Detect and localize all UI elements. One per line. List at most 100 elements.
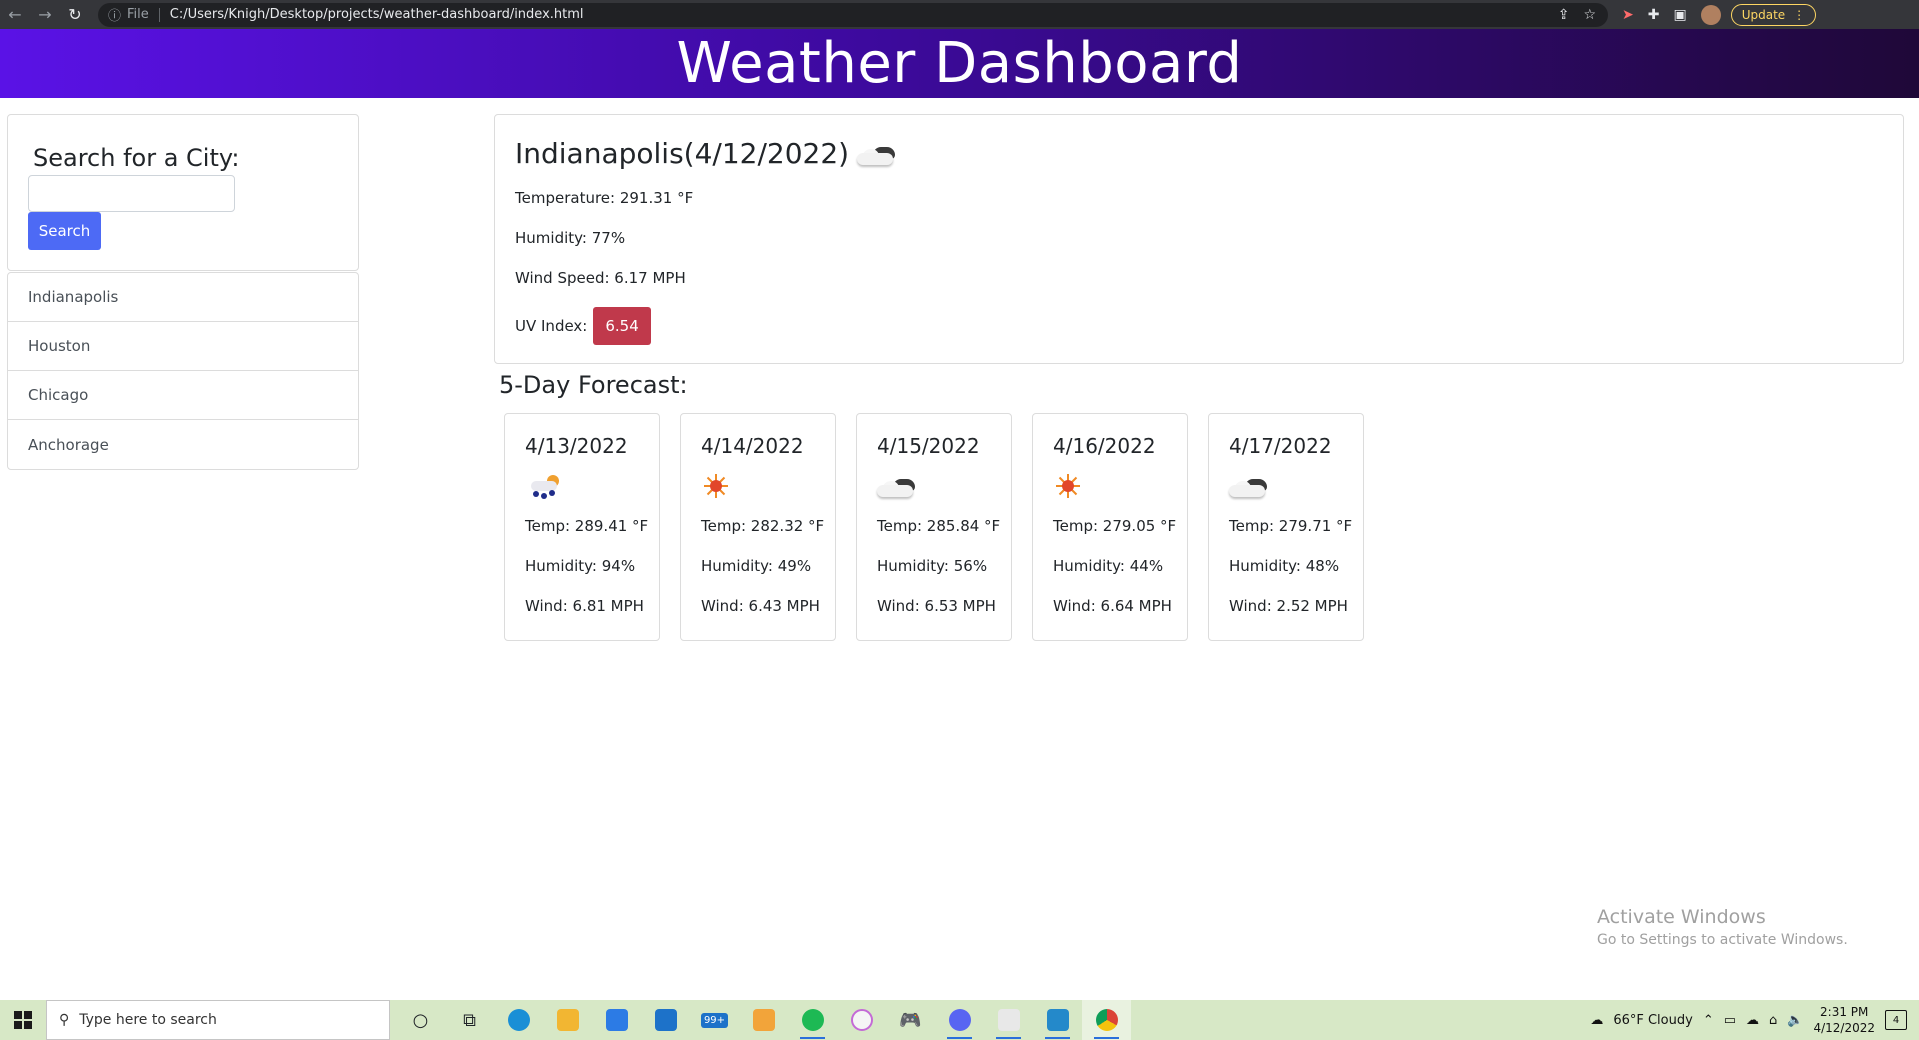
menu-dots-icon: ⋮ bbox=[1793, 7, 1806, 22]
browser-toolbar: ← → ↻ ⓘ File C:/Users/Knigh/Desktop/proj… bbox=[0, 0, 1919, 29]
puzzle-extensions-icon[interactable]: ✚ bbox=[1648, 7, 1660, 23]
search-icon: ⚲ bbox=[59, 1012, 70, 1028]
chevron-up-icon[interactable]: ⌃ bbox=[1703, 1013, 1714, 1028]
history-item-chicago[interactable]: Chicago bbox=[8, 371, 358, 420]
taskbar-clock[interactable]: 2:31 PM 4/12/2022 bbox=[1813, 1004, 1875, 1036]
url-text[interactable]: C:/Users/Knigh/Desktop/projects/weather-… bbox=[170, 7, 584, 22]
back-icon[interactable]: ← bbox=[0, 2, 30, 28]
forecast-humidity: Humidity: 44% bbox=[1053, 557, 1164, 575]
activate-windows-watermark: Activate Windows Go to Settings to activ… bbox=[1597, 906, 1848, 948]
site-info-icon[interactable]: ⓘ bbox=[108, 5, 121, 24]
uv-index-label: UV Index: bbox=[515, 317, 588, 335]
forecast-temp: Temp: 282.32 °F bbox=[701, 517, 825, 535]
clock-time: 2:31 PM bbox=[1820, 1005, 1869, 1019]
forecast-humidity: Humidity: 94% bbox=[525, 557, 636, 575]
extension-icon[interactable]: ➤ bbox=[1622, 7, 1634, 23]
forecast-date: 4/15/2022 bbox=[877, 434, 980, 458]
vscode-icon[interactable] bbox=[1033, 1000, 1082, 1040]
profile-avatar[interactable] bbox=[1700, 4, 1721, 25]
forecast-cards: 4/13/2022 Temp: 289.41 °F Humidity: 94% … bbox=[504, 413, 1364, 641]
search-button[interactable]: Search bbox=[28, 212, 101, 250]
current-weather-heading: Indianapolis(4/12/2022) bbox=[515, 137, 901, 170]
cloud-icon bbox=[857, 139, 901, 169]
update-label: Update bbox=[1741, 7, 1786, 22]
side-panel-icon[interactable]: ▣ bbox=[1673, 7, 1686, 23]
chrome-icon[interactable] bbox=[1082, 1000, 1131, 1040]
history-item-indianapolis[interactable]: Indianapolis bbox=[8, 273, 358, 322]
windows-taskbar: ⚲ Type here to search ○ ⧉ 99+ 🎮 ☁ 66°F C… bbox=[0, 1000, 1919, 1040]
current-humidity: Humidity: 77% bbox=[515, 229, 626, 247]
page-title: Weather Dashboard bbox=[676, 31, 1243, 96]
forecast-date: 4/17/2022 bbox=[1229, 434, 1332, 458]
forward-icon[interactable]: → bbox=[30, 2, 60, 28]
search-card: Search for a City: Search bbox=[7, 114, 359, 271]
spotify-icon[interactable] bbox=[788, 1000, 837, 1040]
forecast-temp: Temp: 279.71 °F bbox=[1229, 517, 1353, 535]
bookmark-star-icon[interactable]: ☆ bbox=[1583, 7, 1596, 23]
edge-icon[interactable] bbox=[494, 1000, 543, 1040]
clock-date: 4/12/2022 bbox=[1813, 1021, 1875, 1035]
current-temperature: Temperature: 291.31 °F bbox=[515, 189, 694, 207]
cortana-icon[interactable]: ○ bbox=[396, 1000, 445, 1040]
address-bar[interactable]: ⓘ File C:/Users/Knigh/Desktop/projects/w… bbox=[98, 2, 1608, 27]
forecast-humidity: Humidity: 49% bbox=[701, 557, 812, 575]
uv-index-row: UV Index: 6.54 bbox=[515, 307, 651, 345]
share-icon[interactable]: ⇪ bbox=[1558, 7, 1570, 23]
address-divider bbox=[158, 7, 160, 22]
windows-logo-icon bbox=[14, 1011, 32, 1029]
microsoft-store-icon[interactable] bbox=[592, 1000, 641, 1040]
slack-icon[interactable] bbox=[984, 1000, 1033, 1040]
file-explorer-icon[interactable] bbox=[543, 1000, 592, 1040]
forecast-wind: Wind: 6.81 MPH bbox=[525, 597, 644, 615]
forecast-card: 4/15/2022 Temp: 285.84 °F Humidity: 56% … bbox=[856, 413, 1012, 641]
forecast-wind: Wind: 2.52 MPH bbox=[1229, 597, 1348, 615]
search-history-list: Indianapolis Houston Chicago Anchorage bbox=[7, 272, 359, 470]
cloud-icon bbox=[877, 471, 921, 501]
forecast-card: 4/17/2022 Temp: 279.71 °F Humidity: 48% … bbox=[1208, 413, 1364, 641]
itunes-icon[interactable] bbox=[837, 1000, 886, 1040]
system-tray: ☁ 66°F Cloudy ⌃ ▭ ☁ ⌂ 🔈 2:31 PM 4/12/202… bbox=[1590, 1004, 1919, 1036]
notification-count: 4 bbox=[1892, 1014, 1900, 1026]
mail-badge-icon[interactable]: 99+ bbox=[690, 1000, 739, 1040]
forecast-card: 4/14/2022 Temp: 282.32 °F Humidity: 49% … bbox=[680, 413, 836, 641]
taskbar-search-placeholder: Type here to search bbox=[79, 1012, 217, 1028]
forecast-temp: Temp: 285.84 °F bbox=[877, 517, 1001, 535]
forecast-temp: Temp: 279.05 °F bbox=[1053, 517, 1177, 535]
current-wind-speed: Wind Speed: 6.17 MPH bbox=[515, 269, 686, 287]
uv-index-badge: 6.54 bbox=[593, 307, 651, 345]
city-search-input[interactable] bbox=[28, 175, 235, 212]
forecast-wind: Wind: 6.43 MPH bbox=[701, 597, 820, 615]
live-icon[interactable] bbox=[739, 1000, 788, 1040]
mail-icon[interactable] bbox=[641, 1000, 690, 1040]
watermark-title: Activate Windows bbox=[1597, 906, 1766, 928]
taskbar-search-box[interactable]: ⚲ Type here to search bbox=[46, 1000, 390, 1040]
page-header: Weather Dashboard bbox=[0, 29, 1919, 98]
forecast-humidity: Humidity: 56% bbox=[877, 557, 988, 575]
forecast-humidity: Humidity: 48% bbox=[1229, 557, 1340, 575]
volume-icon[interactable]: 🔈 bbox=[1787, 1013, 1803, 1028]
network-icon[interactable]: ⌂ bbox=[1769, 1013, 1777, 1028]
forecast-date: 4/14/2022 bbox=[701, 434, 804, 458]
notification-center-icon[interactable]: 4 bbox=[1885, 1010, 1907, 1030]
forecast-card: 4/13/2022 Temp: 289.41 °F Humidity: 94% … bbox=[504, 413, 660, 641]
onedrive-icon[interactable]: ☁ bbox=[1746, 1013, 1759, 1028]
file-scheme-label: File bbox=[127, 7, 149, 22]
search-title: Search for a City: bbox=[33, 144, 240, 172]
update-button[interactable]: Update ⋮ bbox=[1730, 3, 1817, 26]
reload-icon[interactable]: ↻ bbox=[60, 2, 90, 28]
discord-icon[interactable] bbox=[935, 1000, 984, 1040]
forecast-temp: Temp: 289.41 °F bbox=[525, 517, 649, 535]
cloud-icon bbox=[1229, 471, 1273, 501]
history-item-houston[interactable]: Houston bbox=[8, 322, 358, 371]
taskbar-weather[interactable]: 66°F Cloudy bbox=[1613, 1013, 1692, 1028]
device-icon[interactable]: ▭ bbox=[1724, 1013, 1736, 1028]
start-button[interactable] bbox=[0, 1000, 46, 1040]
task-view-icon[interactable]: ⧉ bbox=[445, 1000, 494, 1040]
mail-badge: 99+ bbox=[700, 1012, 729, 1028]
gamepad-icon[interactable]: 🎮 bbox=[886, 1000, 935, 1040]
forecast-card: 4/16/2022 Temp: 279.05 °F Humidity: 44% … bbox=[1032, 413, 1188, 641]
forecast-wind: Wind: 6.53 MPH bbox=[877, 597, 996, 615]
watermark-subtitle: Go to Settings to activate Windows. bbox=[1597, 932, 1848, 948]
history-item-anchorage[interactable]: Anchorage bbox=[8, 420, 358, 469]
forecast-title: 5-Day Forecast: bbox=[499, 371, 688, 399]
